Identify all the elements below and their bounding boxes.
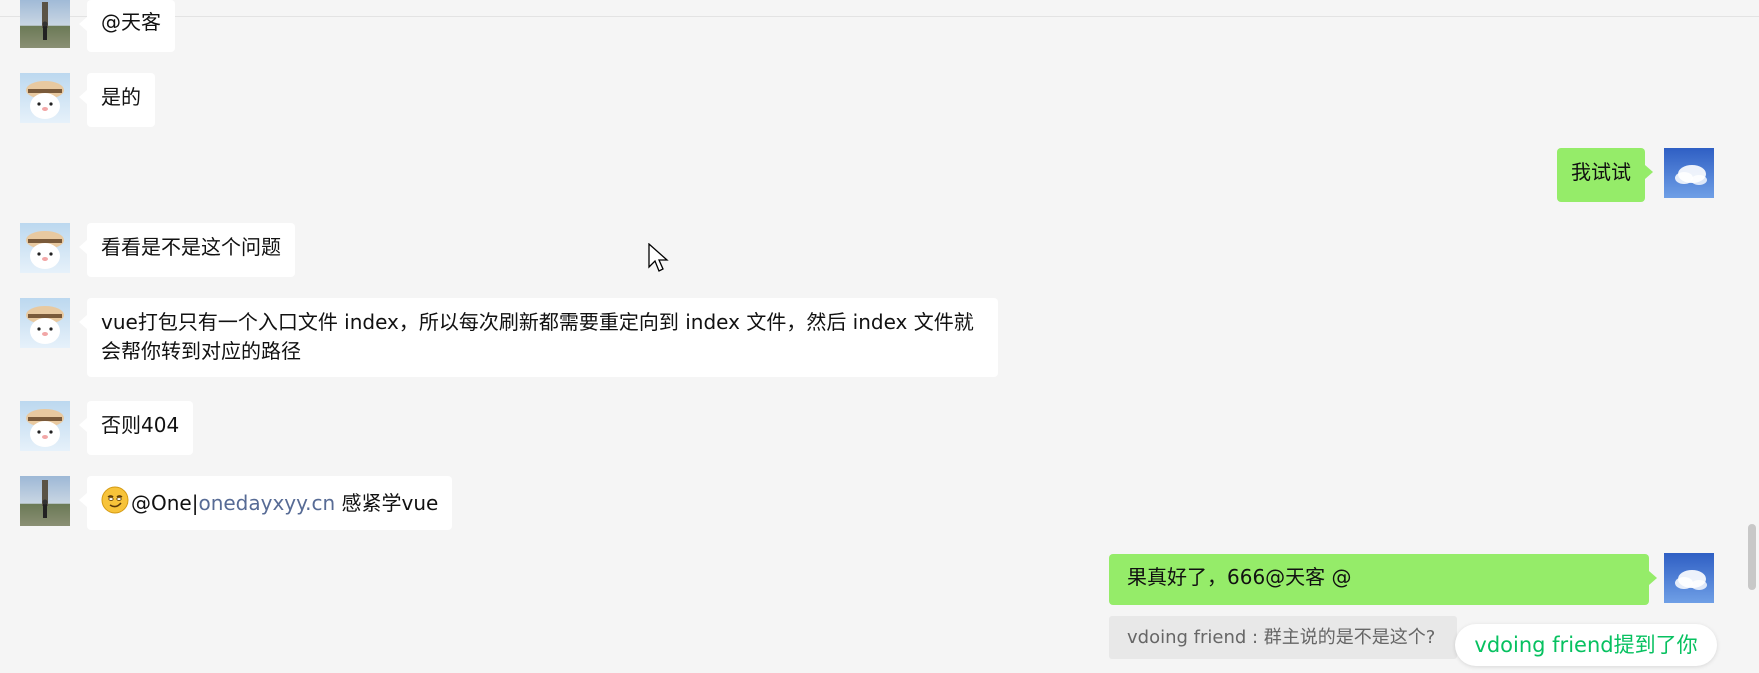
- cartoon-bear-avatar[interactable]: [20, 73, 70, 123]
- mention-notice-text: vdoing friend提到了你: [1474, 633, 1698, 657]
- message-link[interactable]: onedayxyy.cn: [198, 491, 335, 515]
- sent-message-bubble[interactable]: 我试试: [1557, 148, 1653, 202]
- mouse-cursor-icon: [648, 242, 670, 275]
- message-text: @One|: [131, 491, 199, 515]
- cartoon-bear-avatar[interactable]: [20, 298, 70, 348]
- cartoon-bear-avatar[interactable]: [20, 223, 70, 273]
- cartoon-bear-avatar[interactable]: [20, 401, 70, 451]
- message-text: 感紧学vue: [335, 491, 439, 515]
- message-bubble[interactable]: @天客: [79, 0, 175, 52]
- message-text: 是的: [101, 85, 141, 109]
- message-bubble[interactable]: @One|onedayxyy.cn 感紧学vue: [78, 476, 453, 530]
- mention-notice-button[interactable]: vdoing friend提到了你: [1455, 624, 1717, 666]
- message-text: 看看是不是这个问题: [101, 235, 281, 259]
- smirk-emoji-icon: [101, 486, 129, 522]
- chat-scrollbar-thumb[interactable]: [1748, 524, 1756, 590]
- sky-cloud-avatar[interactable]: [1664, 148, 1714, 198]
- person-photo-avatar[interactable]: [20, 476, 70, 526]
- sent-message-bubble[interactable]: 果真好了，666@天客 @: [1109, 554, 1657, 605]
- message-bubble[interactable]: 否则404: [78, 401, 194, 455]
- chat-top-divider: [0, 0, 1759, 17]
- message-text: 否则404: [101, 413, 180, 437]
- message-text: 果真好了，666@天客 @: [1127, 565, 1352, 589]
- message-bubble[interactable]: 看看是不是这个问题: [79, 223, 295, 277]
- quoted-message[interactable]: vdoing friend : 群主说的是不是这个?: [1109, 616, 1457, 659]
- message-text: @天客: [101, 10, 161, 34]
- message-bubble[interactable]: 是的: [79, 73, 155, 127]
- message-text: 我试试: [1571, 160, 1631, 184]
- message-text: vue打包只有一个入口文件 index，所以每次刷新都需要重定向到 index …: [101, 310, 974, 363]
- person-photo-avatar[interactable]: [20, 0, 70, 48]
- quoted-message-text: vdoing friend : 群主说的是不是这个?: [1127, 627, 1436, 648]
- message-bubble[interactable]: vue打包只有一个入口文件 index，所以每次刷新都需要重定向到 index …: [79, 298, 998, 377]
- sky-cloud-avatar[interactable]: [1664, 553, 1714, 603]
